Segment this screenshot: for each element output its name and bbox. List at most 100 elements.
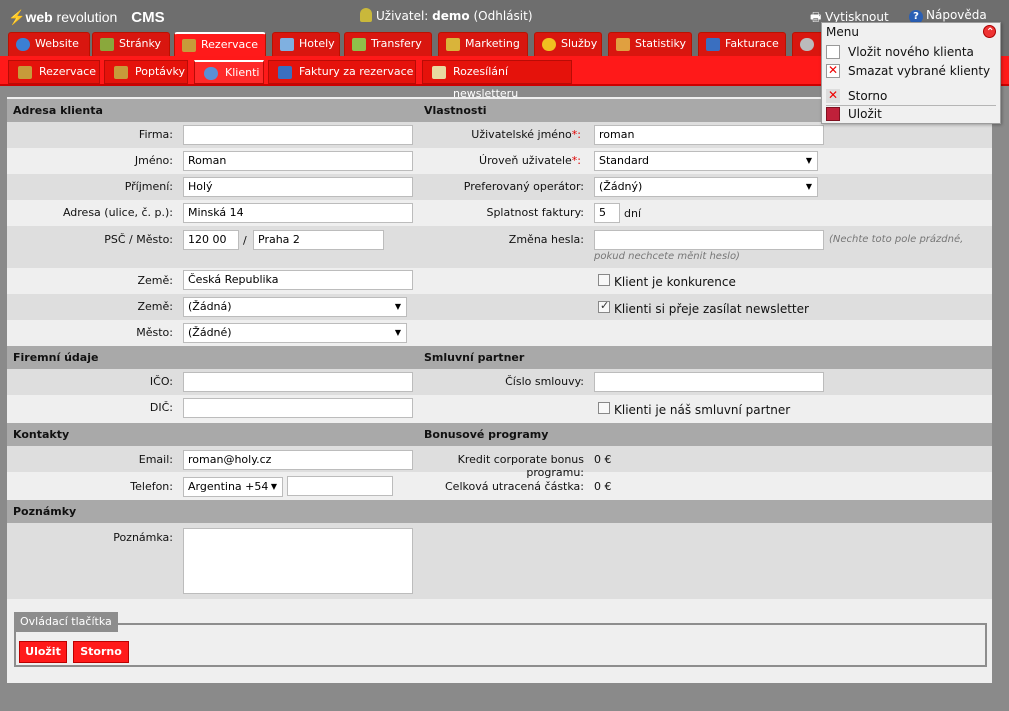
note-label: Poznámka: <box>113 531 173 544</box>
required-mark: *: <box>571 154 581 167</box>
section-header: Poznámky <box>7 500 992 523</box>
tab-website[interactable]: Website <box>8 32 90 56</box>
tab-marketing[interactable]: Marketing <box>438 32 528 56</box>
hotel-icon <box>280 38 294 51</box>
city-input[interactable]: Praha 2 <box>253 230 384 250</box>
tab-stranky[interactable]: Stránky <box>92 32 170 56</box>
contract-input[interactable] <box>594 372 824 392</box>
logo-swirl-icon: ⚡ <box>8 9 26 25</box>
cancel-button[interactable]: Storno <box>73 641 129 663</box>
section-notes-title: Poznámky <box>13 505 77 518</box>
jmeno-input[interactable]: Roman <box>183 151 413 171</box>
password-label: Změna hesla: <box>508 233 584 246</box>
menu-item-label: Storno <box>848 89 888 103</box>
logout-link[interactable]: (Odhlásit) <box>473 9 532 23</box>
username-label: Uživatelské jméno*: <box>417 128 581 141</box>
menu-item-new-client[interactable]: Vložit nového klienta <box>826 43 974 61</box>
zeme-select[interactable]: (Žádná) <box>183 297 407 317</box>
adresa-input[interactable]: Minská 14 <box>183 203 413 223</box>
note-textarea[interactable] <box>183 528 413 594</box>
level-select[interactable]: Standard <box>594 151 818 171</box>
save-icon <box>826 107 840 121</box>
help-label: Nápověda <box>926 8 987 22</box>
pages-icon <box>100 38 114 51</box>
tab-statistiky[interactable]: Statistiky <box>608 32 692 56</box>
section-bonus-title: Bonusové programy <box>424 428 549 441</box>
ico-input[interactable] <box>183 372 413 392</box>
tab-sluzby[interactable]: Služby <box>534 32 602 56</box>
jmeno-label: Jméno: <box>134 154 173 167</box>
zeme-text-input[interactable]: Česká Republika <box>183 270 413 290</box>
phone-country-select[interactable]: Argentina +54 <box>183 477 283 497</box>
logo-revolution: revolution <box>52 9 118 25</box>
prijmeni-input[interactable]: Holý <box>183 177 413 197</box>
phone-input[interactable] <box>287 476 393 496</box>
subtab-klienti[interactable]: Klienti <box>194 60 264 84</box>
gear-icon <box>800 38 814 51</box>
printer-icon: 🖶 <box>810 10 822 24</box>
inquiry-icon <box>114 66 128 79</box>
tab-transfery[interactable]: Transfery <box>344 32 432 56</box>
username-input[interactable]: roman <box>594 125 824 145</box>
firma-input[interactable] <box>183 125 413 145</box>
cancel-icon: ✕ <box>826 88 840 103</box>
menu-item-delete-clients[interactable]: ✕ Smazat vybrané klienty <box>826 62 990 80</box>
due-label: Splatnost faktury: <box>486 206 584 219</box>
contract-label: Číslo smlouvy: <box>505 375 584 388</box>
subtab-poptavky[interactable]: Poptávky <box>104 60 188 84</box>
tab-label: Fakturace <box>725 37 779 50</box>
level-label-text: Úroveň uživatele <box>479 154 572 167</box>
subtab-label: Rozesílání newsletteru <box>453 65 519 100</box>
subtab-faktury[interactable]: Faktury za rezervace <box>268 60 416 84</box>
users-icon <box>204 67 218 80</box>
save-button[interactable]: Uložit <box>19 641 67 663</box>
zeme-select-label: Země: <box>137 300 174 313</box>
psc-input[interactable]: 120 00 <box>183 230 239 250</box>
phone-label: Telefon: <box>130 480 173 493</box>
calendar-icon <box>18 66 32 79</box>
tab-hotely[interactable]: Hotely <box>272 32 340 56</box>
calendar-icon <box>182 39 196 52</box>
menu-item-label: Uložit <box>848 107 882 121</box>
logo[interactable]: ⚡web revolution CMS <box>8 9 165 26</box>
logo-web: web <box>25 9 53 25</box>
dic-input[interactable] <box>183 398 413 418</box>
tab-label: Statistiky <box>635 37 686 50</box>
operator-select[interactable]: (Žádný) <box>594 177 818 197</box>
partner-checkbox[interactable] <box>598 402 610 414</box>
menu-title: Menu <box>826 25 859 39</box>
subtab-rezervace[interactable]: Rezervace <box>8 60 100 84</box>
due-unit: dní <box>624 207 642 220</box>
password-input[interactable] <box>594 230 824 250</box>
password-note-2: pokud nechcete měnit heslo) <box>594 251 740 262</box>
psc-label: PSČ / Město: <box>104 233 173 246</box>
collapse-icon[interactable] <box>983 24 996 42</box>
logo-cms: CMS <box>131 9 165 26</box>
partner-checkbox-label: Klienti je náš smluvní partner <box>614 403 791 417</box>
spent-label: Celková utracená částka: <box>445 480 584 493</box>
menu-item-cancel[interactable]: ✕ Storno <box>826 87 887 105</box>
invoice-icon <box>706 38 720 51</box>
due-input[interactable]: 5 <box>594 203 620 223</box>
invoice-icon <box>278 66 292 79</box>
tab-fakturace[interactable]: Fakturace <box>698 32 786 56</box>
competitor-checkbox[interactable] <box>598 274 610 286</box>
menu-item-save[interactable]: Uložit <box>826 105 882 123</box>
menu-item-label: Vložit nového klienta <box>848 45 974 59</box>
ico-label: IČO: <box>149 375 173 388</box>
subtab-label: Klienti <box>225 66 260 79</box>
spent-value: 0 € <box>594 480 612 493</box>
globe-icon <box>16 38 30 51</box>
email-label: Email: <box>138 453 173 466</box>
subtab-newsletter[interactable]: Rozesílání newsletteru <box>422 60 572 100</box>
credit-value: 0 € <box>594 453 612 466</box>
psc-separator: / <box>243 234 247 247</box>
menu-header: Menu <box>822 23 1000 42</box>
mesto-select[interactable]: (Žádné) <box>183 323 407 343</box>
section-address-title: Adresa klienta <box>13 104 103 117</box>
email-input[interactable]: roman@holy.cz <box>183 450 413 470</box>
client-form: Adresa klienta Vlastnosti Firma: Uživate… <box>7 97 992 683</box>
tab-rezervace[interactable]: Rezervace <box>174 32 266 57</box>
newsletter-checkbox[interactable] <box>598 299 610 313</box>
section-header: Firemní údaje Smluvní partner <box>7 346 992 369</box>
